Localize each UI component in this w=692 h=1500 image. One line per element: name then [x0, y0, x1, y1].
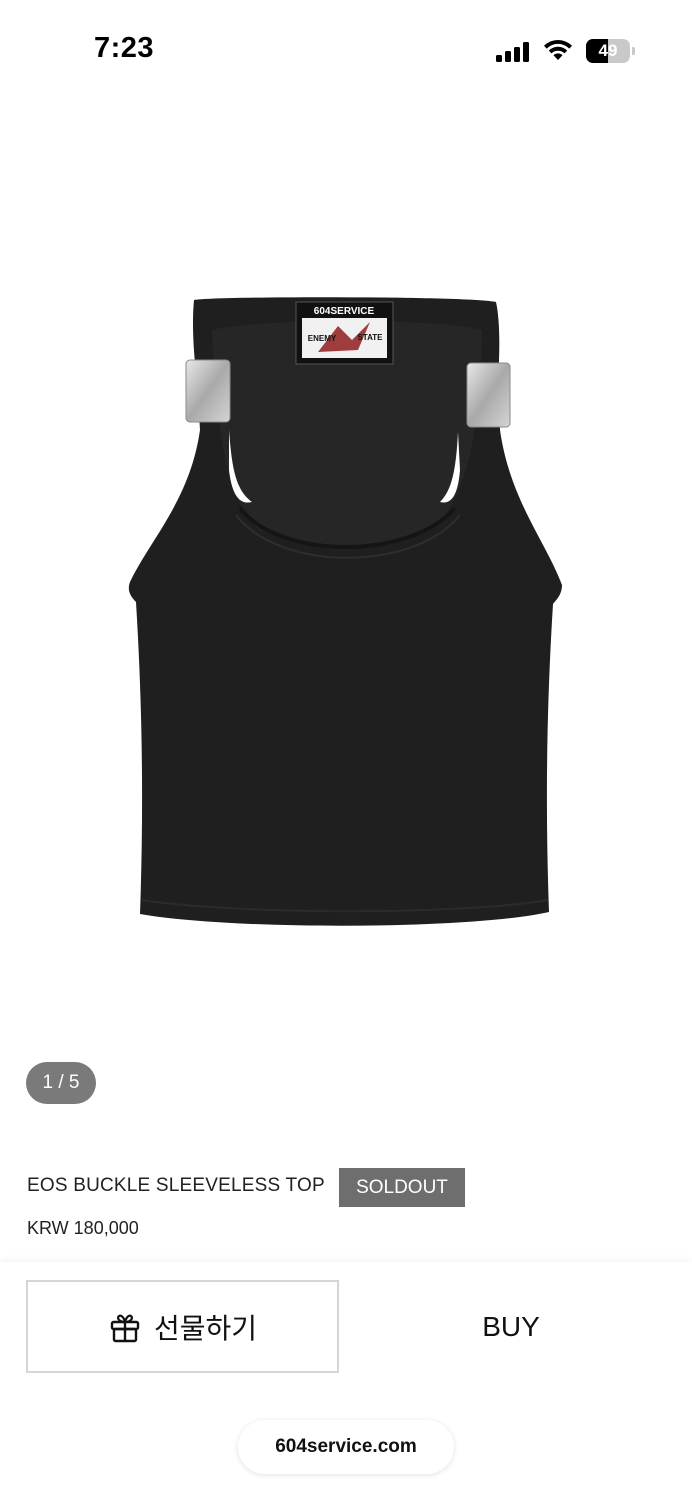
label-left-text: ENEMY [308, 334, 337, 343]
battery-percent: 49 [598, 41, 618, 60]
buy-button[interactable]: BUY [356, 1280, 666, 1373]
left-buckle [185, 359, 231, 423]
gift-button-label: 선물하기 [153, 1312, 258, 1344]
battery-icon: 49 [586, 39, 635, 63]
signal-icon [496, 42, 532, 62]
image-counter: 1 / 5 [26, 1062, 96, 1104]
status-badge: SOLDOUT [339, 1168, 465, 1207]
status-time: 7:23 [94, 32, 155, 64]
product-price: KRW 180,000 [27, 1218, 139, 1238]
gift-icon [110, 1314, 140, 1342]
label-brand-text: 604SERVICE [314, 306, 375, 317]
product-name: EOS BUCKLE SLEEVELESS TOP [27, 1175, 325, 1196]
status-bar: 7:23 49 [0, 0, 692, 100]
label-right-text: STATE [357, 333, 383, 342]
gift-button[interactable]: 선물하기 [26, 1280, 339, 1373]
product-image[interactable]: 604SERVICE ENEMY STATE [0, 100, 692, 1030]
wifi-icon [544, 40, 572, 60]
browser-address-pill[interactable]: 604service.com [238, 1420, 454, 1474]
right-buckle [466, 362, 511, 428]
